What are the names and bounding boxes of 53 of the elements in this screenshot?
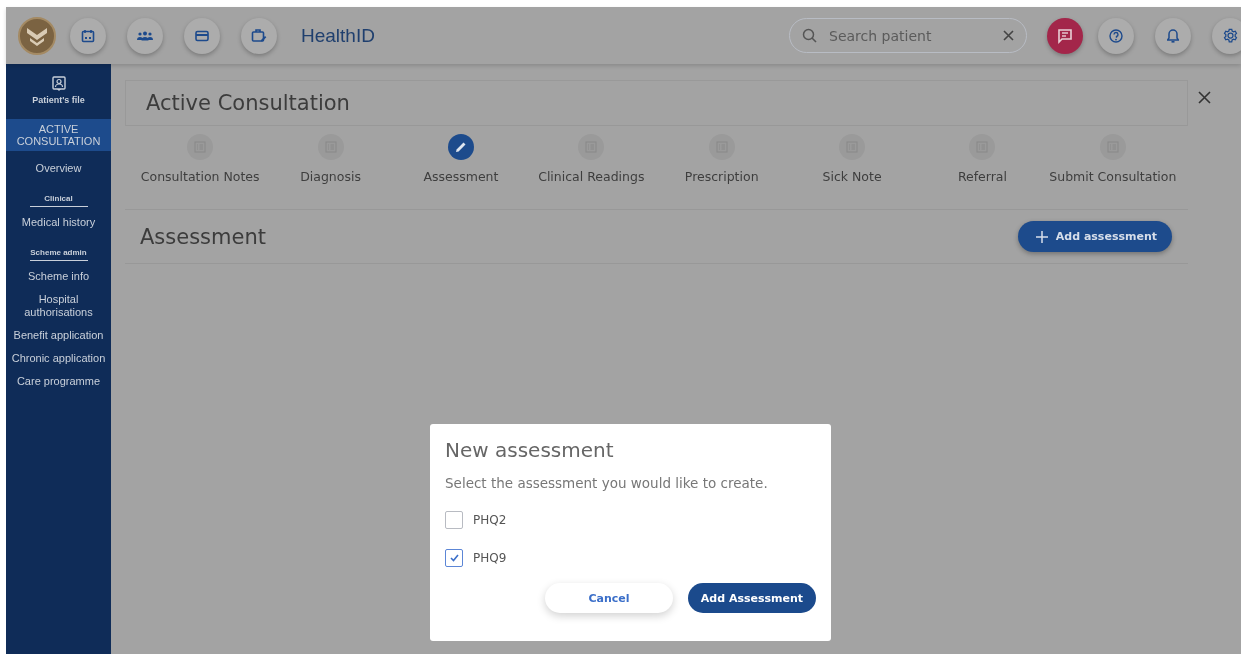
app-title: HealthID	[301, 24, 375, 47]
step-tab[interactable]: Referral	[917, 134, 1048, 209]
step-tab[interactable]: Sick Note	[786, 134, 918, 209]
step-tab[interactable]: Assessment	[395, 134, 527, 209]
sidebar-item[interactable]: Care programme	[6, 372, 111, 391]
search-icon	[802, 28, 817, 43]
add-assessment-button[interactable]: Add assessment	[1017, 221, 1172, 252]
checkbox[interactable]	[445, 511, 463, 529]
section-heading: Scheme admin	[29, 248, 88, 261]
card-button[interactable]	[184, 17, 220, 54]
people-icon	[137, 30, 153, 41]
settings-icon	[1222, 28, 1238, 43]
search-field[interactable]: Search patient	[827, 26, 993, 45]
check-icon	[449, 554, 459, 562]
calendar-icon	[81, 28, 95, 43]
step-tab[interactable]: Submit Consultation	[1047, 134, 1178, 209]
sidebar-item[interactable]: Hospital authorisations	[6, 290, 111, 322]
sidebar-item[interactable]: ACTIVE CONSULTATION	[6, 119, 111, 151]
sidebar-item[interactable]: Chronic application	[6, 349, 111, 368]
dialog-prompt: Select the assessment you would like to create.	[445, 475, 769, 491]
cancel-button[interactable]: Cancel	[545, 583, 673, 613]
sidebar-item[interactable]: Benefit application	[6, 326, 111, 345]
logo-icon[interactable]	[18, 16, 56, 55]
people-button[interactable]	[127, 17, 163, 54]
section-heading: Clinical	[29, 194, 88, 207]
step-tab[interactable]: Prescription	[656, 134, 787, 209]
patients-file-button[interactable]: Patient's file	[6, 76, 111, 105]
checkbox[interactable]	[445, 549, 463, 567]
calendar-button[interactable]	[70, 17, 106, 54]
option-label: PHQ9	[473, 551, 507, 565]
chat-icon	[1057, 27, 1073, 44]
add-button[interactable]: Add Assessment	[688, 583, 816, 613]
plus-icon	[1035, 230, 1048, 243]
card-icon	[195, 29, 209, 42]
panel-title: Active Consultation	[125, 80, 1188, 126]
step-tab[interactable]: Consultation Notes	[135, 134, 266, 209]
dialog-title: New assessment	[445, 438, 615, 462]
section-title: Assessment	[140, 224, 266, 249]
sidebar-item[interactable]: Overview	[6, 159, 111, 178]
briefcase-button[interactable]	[241, 17, 277, 54]
chat-button[interactable]	[1047, 17, 1083, 54]
patient-file-icon	[51, 76, 66, 92]
step-tab[interactable]: Diagnosis	[265, 134, 396, 209]
sidebar-item[interactable]: Scheme info	[6, 267, 111, 286]
option-label: PHQ2	[473, 513, 507, 527]
step-tab[interactable]: Clinical Readings	[526, 134, 657, 209]
sidebar-item[interactable]: Medical history	[6, 213, 111, 232]
notifications-button[interactable]	[1155, 17, 1191, 54]
briefcase-icon	[251, 28, 267, 43]
help-icon	[1109, 28, 1123, 43]
settings-button[interactable]	[1212, 17, 1241, 54]
help-button[interactable]	[1098, 17, 1134, 54]
bell-icon	[1167, 28, 1179, 43]
